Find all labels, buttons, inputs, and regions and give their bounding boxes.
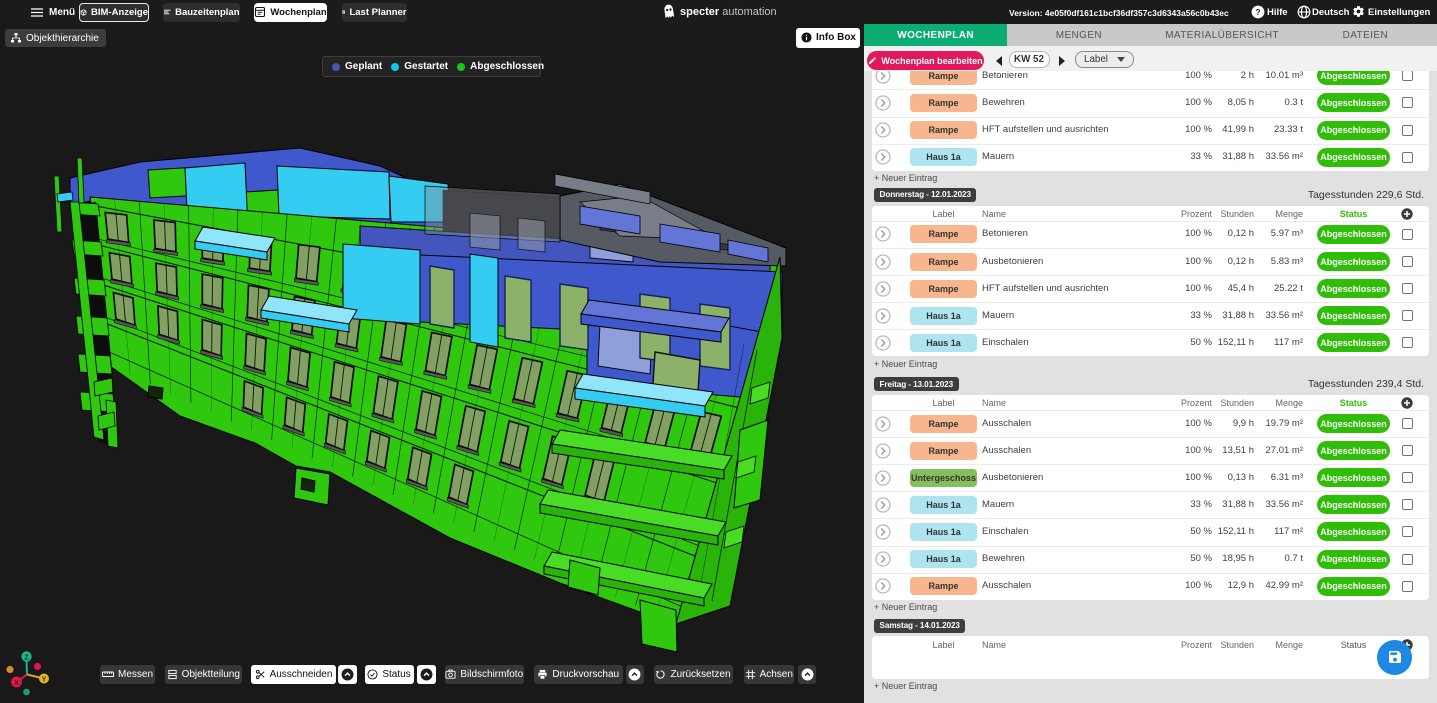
svg-text:Z: Z	[24, 655, 29, 662]
svg-text:X: X	[14, 680, 19, 687]
svg-text:Y: Y	[42, 677, 47, 684]
svg-text:?: ?	[1256, 8, 1261, 17]
